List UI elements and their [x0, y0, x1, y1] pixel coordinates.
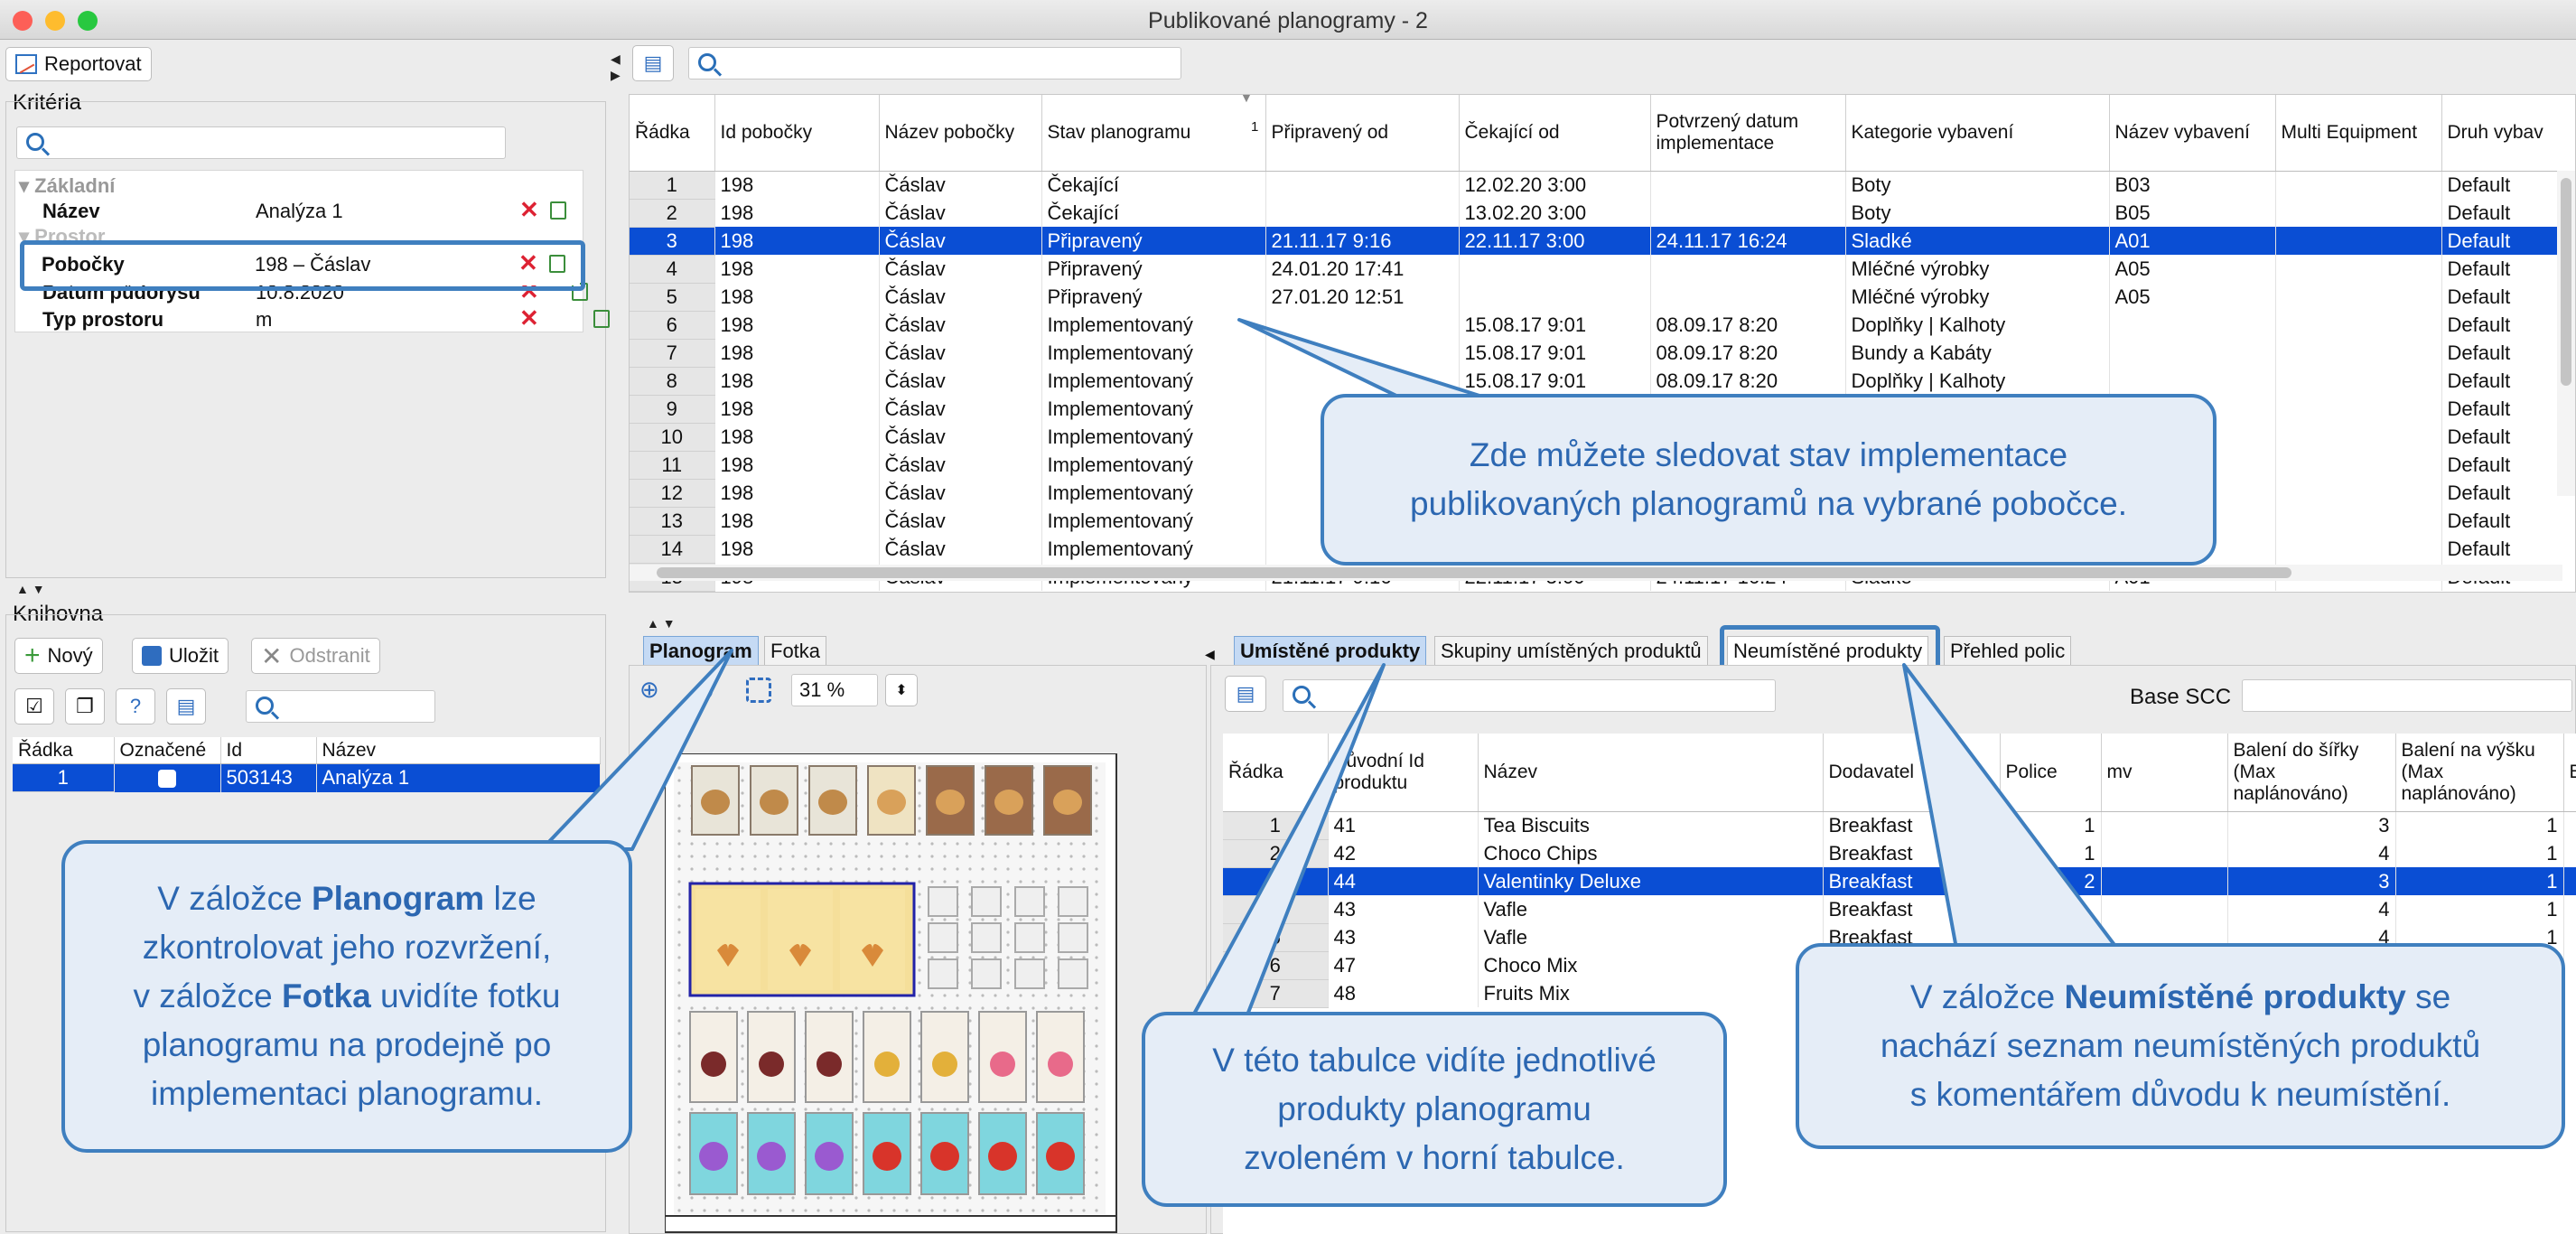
callout-top: Zde můžete sledovat stav implementace pub…	[1321, 394, 2217, 566]
callout-left: V záložce Planogram lze zkontrolovat jeh…	[61, 840, 632, 1153]
callout-middle: V této tabulce vidíte jednotlivé produkty…	[1142, 1012, 1727, 1207]
callout-right: V záložce Neumístěné produkty se nachází…	[1796, 943, 2565, 1149]
